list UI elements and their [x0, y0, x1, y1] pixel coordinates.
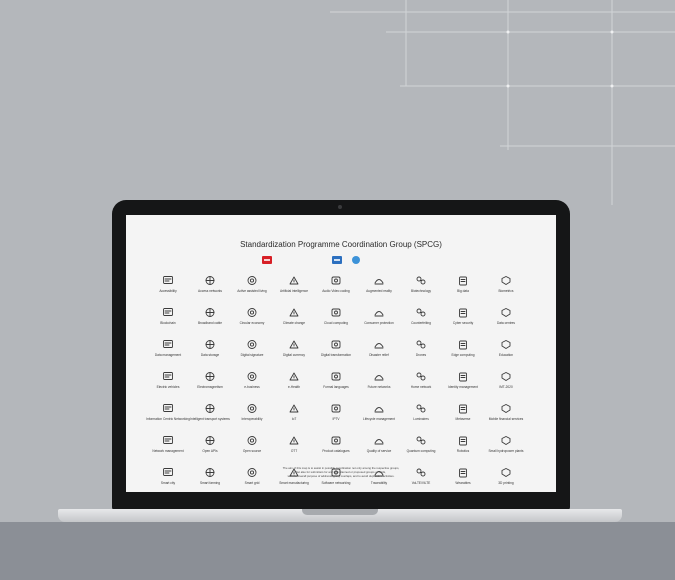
- topic-icon: [247, 308, 257, 317]
- topic-label: Biometrics: [498, 289, 514, 293]
- topic-icon: [374, 343, 384, 349]
- topic-item: Small hydropower plants: [481, 434, 531, 458]
- laptop-base-notch: [302, 509, 378, 515]
- topic-icon: [205, 340, 215, 349]
- topic-icon: [205, 372, 215, 381]
- topic-label: 3D printing: [498, 481, 514, 485]
- topic-icon: [247, 404, 257, 413]
- topic-icon: [374, 279, 384, 285]
- topic-icon: [205, 308, 215, 317]
- webcam: [338, 205, 342, 209]
- topic-icon: [331, 404, 341, 413]
- topic-grid: Accessibility Access networks Active assis…: [126, 215, 556, 492]
- topic-label: Education: [498, 353, 514, 357]
- topic-icon: [501, 404, 511, 413]
- topic-icon: [416, 372, 426, 381]
- topic-item: Biometrics: [481, 274, 531, 298]
- topic-icon: [163, 372, 173, 380]
- topic-item: Education: [481, 338, 531, 362]
- topic-icon: [289, 404, 299, 413]
- topic-icon: [416, 404, 426, 413]
- topic-item: 3D printing: [481, 466, 531, 490]
- footnote: The aim of this map is to assist in poss…: [196, 466, 486, 478]
- topic-icon: [163, 276, 173, 284]
- topic-icon: [374, 375, 384, 381]
- topic-icon: [289, 372, 299, 381]
- topic-item: Data centres: [481, 306, 531, 330]
- footnote-line: with the overall purpose of addressing a…: [287, 474, 395, 478]
- topic-label: Data centres: [496, 321, 516, 325]
- topic-icon: [416, 340, 426, 349]
- topic-icon: [331, 372, 341, 381]
- laptop-display: Standardization Programme Coordination G…: [126, 215, 556, 492]
- topic-icon: [205, 404, 215, 413]
- topic-icon: [459, 436, 467, 446]
- topic-icon: [331, 436, 341, 445]
- laptop-screen-bezel: Standardization Programme Coordination G…: [112, 200, 570, 511]
- topic-icon: [374, 407, 384, 413]
- topic-icon: [163, 404, 173, 412]
- laptop-base: [58, 509, 622, 522]
- topic-icon: [501, 372, 511, 381]
- topic-icon: [163, 308, 173, 316]
- topic-icon: [501, 468, 511, 477]
- topic-item: Mobile financial services: [481, 402, 531, 426]
- topic-icon: [501, 276, 511, 285]
- topic-icon: [163, 436, 173, 444]
- topic-icon: [247, 276, 257, 285]
- topic-icon: [374, 311, 384, 317]
- topic-label: Small hydropower plants: [488, 449, 524, 453]
- topic-icon: [205, 276, 215, 285]
- topic-icon: [501, 436, 511, 445]
- topic-icon: [501, 340, 511, 349]
- topic-icon: [247, 372, 257, 381]
- topic-label: Mobile financial services: [488, 417, 524, 421]
- topic-icon: [459, 308, 467, 318]
- topic-icon: [289, 340, 299, 349]
- topic-icon: [459, 372, 467, 382]
- topic-icon: [289, 436, 299, 445]
- topic-icon: [459, 404, 467, 414]
- topic-icon: [163, 468, 173, 476]
- topic-icon: [289, 308, 299, 317]
- topic-icon: [459, 276, 467, 286]
- topic-icon: [416, 276, 426, 285]
- topic-icon: [459, 340, 467, 350]
- topic-icon: [247, 340, 257, 349]
- topic-icon: [501, 308, 511, 317]
- topic-icon: [331, 308, 341, 317]
- desk-surface: [0, 522, 675, 580]
- topic-icon: [289, 276, 299, 285]
- topic-icon: [416, 436, 426, 445]
- topic-label: IMT-2020: [499, 385, 513, 389]
- topic-icon: [163, 340, 173, 348]
- topic-icon: [331, 276, 341, 285]
- topic-item: IMT-2020: [481, 370, 531, 394]
- topic-icon: [205, 436, 215, 445]
- topic-icon: [416, 308, 426, 317]
- topic-icon: [374, 439, 384, 445]
- topic-icon: [247, 436, 257, 445]
- topic-icon: [331, 340, 341, 349]
